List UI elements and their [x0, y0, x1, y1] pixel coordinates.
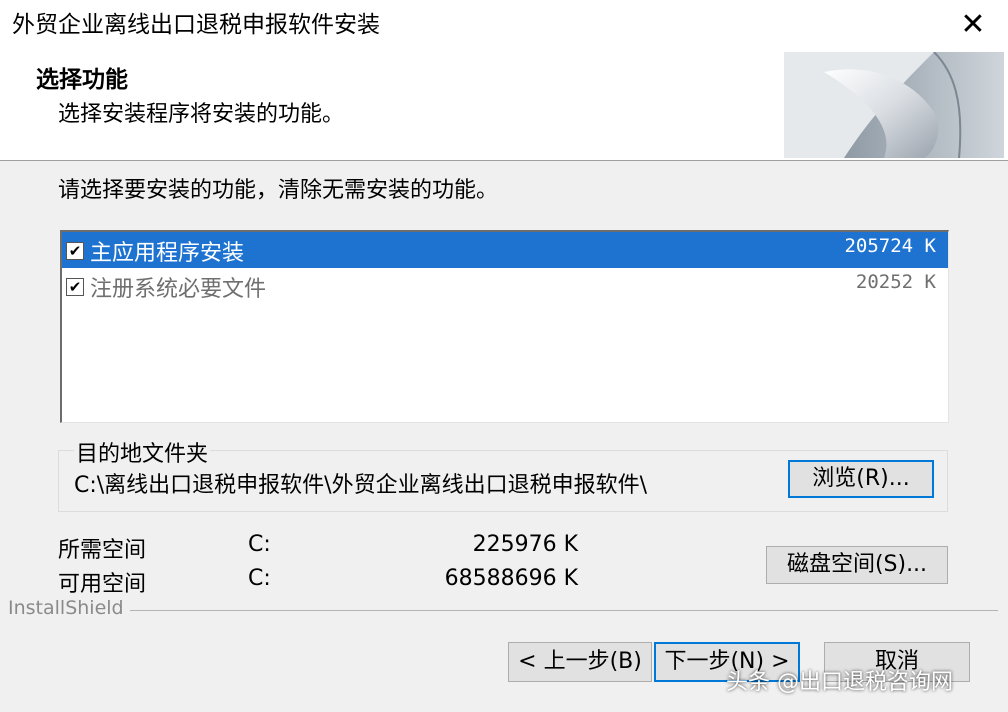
destination-path: C:\离线出口退税申报软件\外贸企业离线出口退税申报软件\ — [74, 473, 648, 498]
available-space-label: 可用空间 — [58, 572, 147, 597]
watermark-text: 头条 @出口退税咨询网 — [726, 670, 953, 695]
brand-divider — [130, 610, 998, 611]
available-space-drive: C: — [248, 566, 271, 591]
feature-name: 主应用程序安装 — [90, 241, 245, 266]
feature-item-system-files[interactable]: ✔ 注册系统必要文件 20252 K — [62, 268, 948, 304]
back-button[interactable]: < 上一步(B) — [508, 642, 652, 682]
disk-space-button[interactable]: 磁盘空间(S)... — [766, 546, 948, 584]
instruction-text: 请选择要安装的功能，清除无需安装的功能。 — [58, 178, 499, 203]
feature-item-main-app[interactable]: ✔ 主应用程序安装 205724 K — [62, 232, 948, 268]
page-title: 选择功能 — [36, 67, 128, 93]
required-space-value: 225976 K — [472, 532, 578, 557]
available-space-value: 68588696 K — [444, 566, 578, 591]
feature-list[interactable]: ✔ 主应用程序安装 205724 K ✔ 注册系统必要文件 20252 K — [60, 230, 949, 423]
destination-label: 目的地文件夹 — [74, 436, 211, 468]
feature-size: 20252 K — [855, 271, 936, 293]
checkbox-main-app[interactable]: ✔ — [66, 242, 84, 260]
page-curl-graphic — [784, 52, 1004, 158]
required-space-label: 所需空间 — [58, 538, 147, 563]
close-icon[interactable]: ✕ — [956, 8, 990, 42]
window-title: 外贸企业离线出口退税申报软件安装 — [12, 12, 380, 38]
wizard-header: 选择功能 选择安装程序将安装的功能。 — [0, 52, 1008, 161]
feature-name: 注册系统必要文件 — [90, 277, 267, 302]
feature-size: 205724 K — [844, 235, 936, 257]
installshield-brand: InstallShield — [8, 597, 128, 619]
browse-button[interactable]: 浏览(R)... — [788, 460, 934, 498]
required-space-drive: C: — [248, 532, 271, 557]
page-subtitle: 选择安装程序将安装的功能。 — [58, 102, 345, 127]
checkbox-system-files[interactable]: ✔ — [66, 278, 84, 296]
title-bar: 外贸企业离线出口退税申报软件安装 ✕ — [0, 0, 1008, 52]
